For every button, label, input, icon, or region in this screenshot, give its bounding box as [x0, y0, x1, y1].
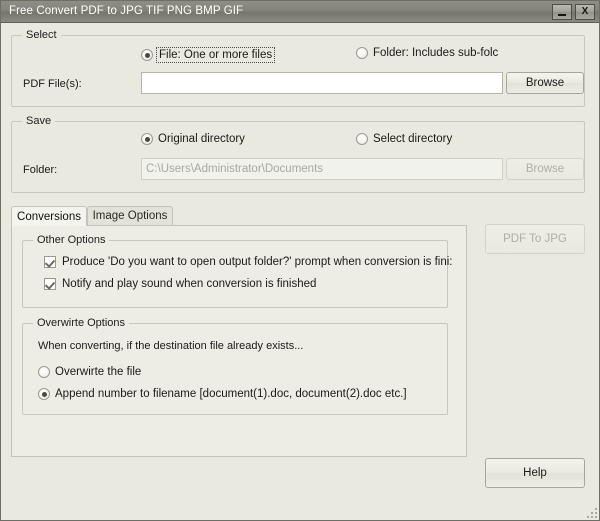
application-window: Free Convert PDF to JPG TIF PNG BMP GIF … — [0, 0, 600, 521]
radio-append-number[interactable]: Append number to filename [document(1).d… — [38, 388, 407, 400]
pdf-files-input[interactable] — [141, 72, 503, 94]
radio-select-indicator — [356, 133, 368, 145]
select-group-title: Select — [22, 29, 61, 41]
minimize-icon — [558, 13, 566, 16]
radio-original-indicator — [141, 133, 153, 145]
tab-strip: Conversions Image Options — [11, 206, 467, 226]
browse-pdf-files-button[interactable]: Browse — [506, 72, 584, 94]
checkbox-notify-sound-indicator — [44, 278, 56, 290]
close-button[interactable]: X — [575, 4, 595, 20]
help-button[interactable]: Help — [485, 458, 585, 488]
save-group-title: Save — [22, 115, 56, 127]
tab-conversions[interactable]: Conversions — [11, 206, 87, 226]
radio-append-number-label: Append number to filename [document(1).d… — [55, 388, 407, 400]
radio-file-indicator — [141, 49, 153, 61]
checkbox-produce-prompt-indicator — [44, 256, 56, 268]
title-bar: Free Convert PDF to JPG TIF PNG BMP GIF … — [1, 1, 599, 23]
tab-image-options[interactable]: Image Options — [87, 206, 173, 225]
radio-folder-includes-subfolders[interactable]: Folder: Includes sub-folc — [356, 47, 498, 59]
window-controls: X — [552, 4, 595, 20]
radio-original-label: Original directory — [158, 133, 245, 145]
other-options-title: Other Options — [33, 234, 110, 246]
radio-select-directory[interactable]: Select directory — [356, 133, 452, 145]
folder-label: Folder: — [23, 164, 58, 176]
checkbox-produce-prompt-label: Produce 'Do you want to open output fold… — [62, 256, 453, 268]
browse-folder-button[interactable]: Browse — [506, 158, 584, 180]
select-group: Select — [11, 29, 585, 107]
radio-original-directory[interactable]: Original directory — [141, 133, 245, 145]
minimize-button[interactable] — [552, 4, 572, 20]
overwrite-description: When converting, if the destination file… — [38, 340, 304, 352]
radio-overwrite-file-label: Overwirte the file — [55, 366, 142, 378]
radio-file-label: File: One or more files — [156, 47, 276, 63]
save-group: Save — [11, 115, 585, 193]
client-area: Select File: One or more files Folder: I… — [1, 23, 599, 520]
resize-grip[interactable] — [585, 506, 597, 518]
other-options-group: Other Options — [22, 234, 448, 308]
radio-append-number-indicator — [38, 388, 50, 400]
overwrite-options-title: Overwirte Options — [33, 317, 130, 329]
tab-panel-conversions: Other Options Produce 'Do you want to op… — [11, 225, 467, 457]
window-title: Free Convert PDF to JPG TIF PNG BMP GIF — [9, 5, 244, 17]
radio-folder-indicator — [356, 47, 368, 59]
radio-overwrite-file[interactable]: Overwirte the file — [38, 366, 141, 378]
pdf-to-jpg-button[interactable]: PDF To JPG — [485, 224, 585, 254]
radio-overwrite-file-indicator — [38, 366, 50, 378]
checkbox-notify-sound-label: Notify and play sound when conversion is… — [62, 278, 317, 290]
checkbox-produce-prompt[interactable]: Produce 'Do you want to open output fold… — [44, 256, 453, 268]
radio-select-label: Select directory — [373, 133, 453, 145]
radio-folder-label: Folder: Includes sub-folc — [373, 47, 499, 59]
checkbox-notify-sound[interactable]: Notify and play sound when conversion is… — [44, 278, 316, 290]
pdf-files-label: PDF File(s): — [23, 78, 82, 90]
folder-input[interactable] — [141, 158, 503, 180]
radio-file-one-or-more[interactable]: File: One or more files — [141, 47, 276, 63]
